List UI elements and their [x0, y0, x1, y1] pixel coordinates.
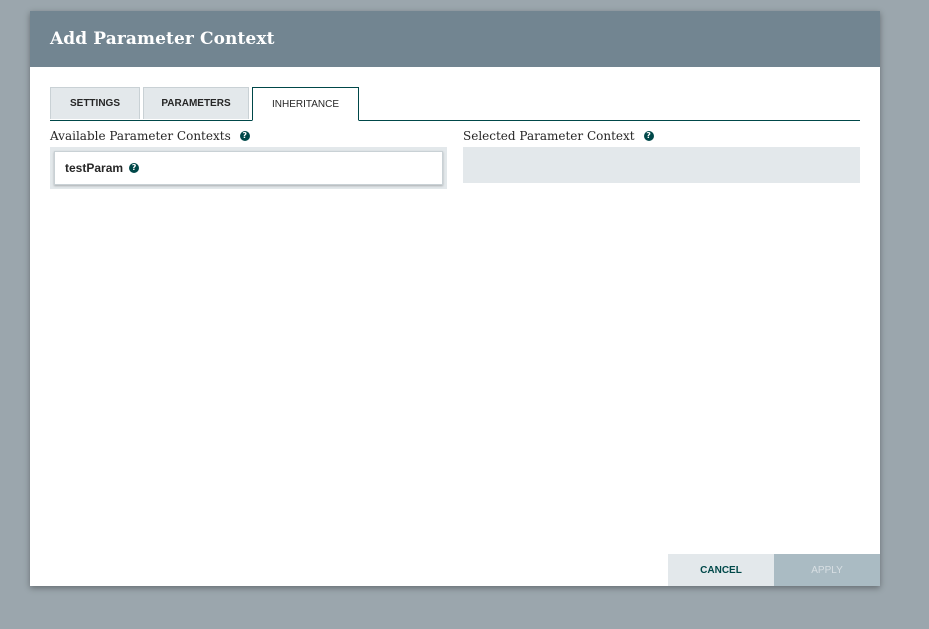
cancel-button[interactable]: CANCEL — [668, 554, 774, 586]
selected-context-label-text: Selected Parameter Context — [463, 129, 635, 143]
tab-bar: SETTINGS PARAMETERS INHERITANCE — [50, 87, 860, 121]
selected-context-dropzone[interactable] — [463, 147, 860, 183]
tab-parameters[interactable]: PARAMETERS — [143, 87, 249, 119]
add-parameter-context-dialog: Add Parameter Context SETTINGS PARAMETER… — [30, 11, 880, 586]
dialog-title: Add Parameter Context — [50, 29, 275, 49]
list-item[interactable]: testParam ? — [54, 151, 443, 185]
tab-settings[interactable]: SETTINGS — [50, 87, 140, 119]
available-contexts-label-text: Available Parameter Contexts — [50, 129, 231, 143]
tab-inheritance[interactable]: INHERITANCE — [252, 87, 359, 121]
question-circle-icon[interactable]: ? — [239, 131, 250, 141]
available-contexts-label: Available Parameter Contexts ? — [50, 129, 250, 143]
selected-context-label: Selected Parameter Context ? — [463, 129, 654, 143]
question-circle-icon[interactable]: ? — [643, 131, 654, 141]
list-item-label: testParam — [65, 161, 124, 175]
question-circle-icon[interactable]: ? — [129, 163, 140, 173]
available-contexts-list: testParam ? — [50, 147, 447, 189]
apply-button[interactable]: APPLY — [774, 554, 880, 586]
dialog-header: Add Parameter Context — [30, 11, 880, 67]
